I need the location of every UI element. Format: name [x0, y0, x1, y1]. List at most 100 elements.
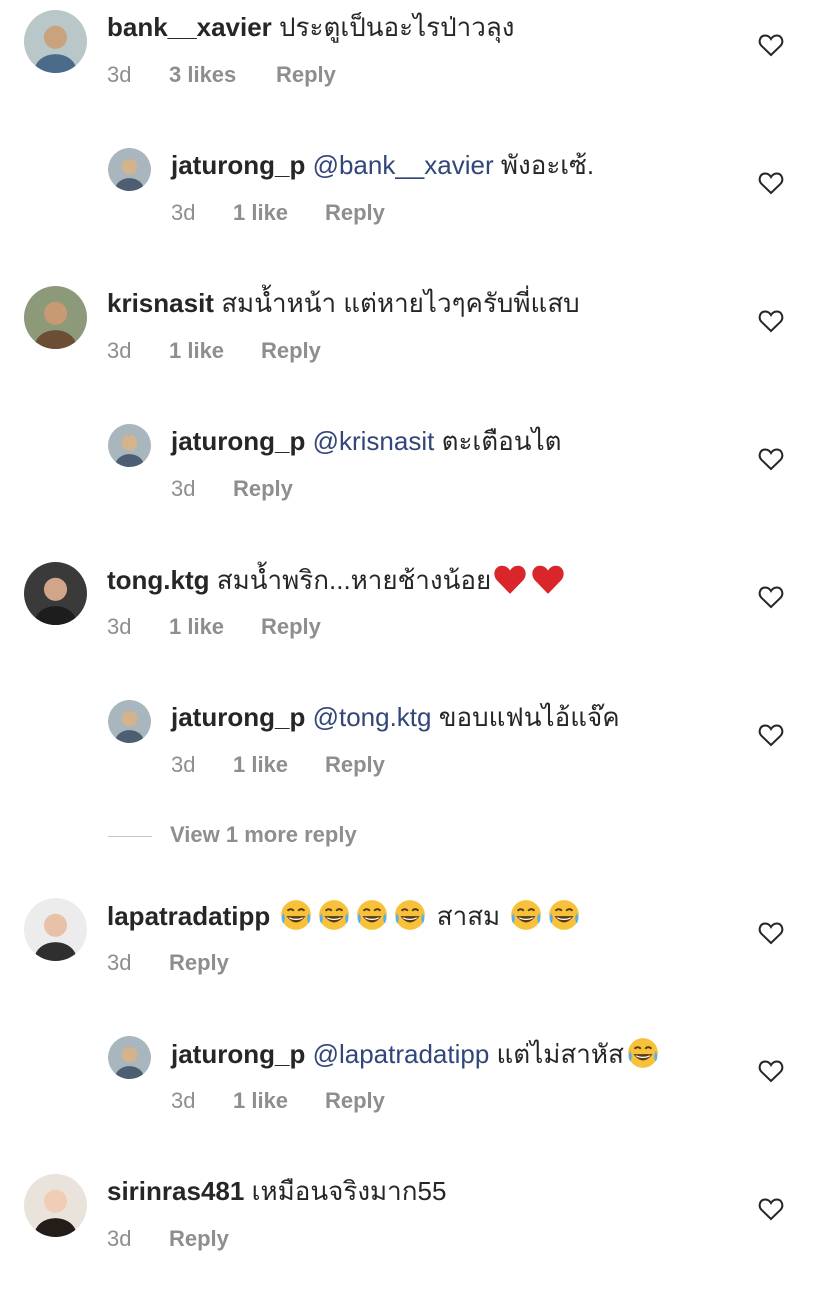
reply-button[interactable]: Reply	[325, 1088, 385, 1114]
timestamp: 3d	[171, 752, 196, 777]
avatar-bank-xavier[interactable]	[24, 10, 87, 73]
comment-body: ตะเตือนไต	[441, 426, 562, 456]
reply-comment: jaturong_p @krisnasit ตะเตือนไต 3d Reply	[0, 414, 828, 524]
mention-link[interactable]: @bank__xavier	[313, 150, 494, 180]
username-link[interactable]: jaturong_p	[171, 150, 305, 180]
tears-of-joy-emoji	[317, 898, 351, 932]
username-link[interactable]: lapatradatipp	[107, 901, 270, 931]
comment-text: lapatradatipp สาสม	[107, 898, 583, 933]
comment-text: tong.ktg สมน้ำพริก...หายช้างน้อย	[107, 562, 567, 597]
likes-count[interactable]: 1 like	[233, 1088, 325, 1114]
comment-meta: 3d Reply	[107, 950, 229, 976]
tears-of-joy-emoji	[393, 898, 427, 932]
timestamp: 3d	[107, 62, 132, 87]
comment: bank__xavier ประตูเป็นอะไรป่าวลุง 3d 3 lik…	[0, 0, 828, 110]
reply-comment: jaturong_p @tong.ktg ขอบแฟนไอ้แจ๊ค 3d 1 li…	[0, 690, 828, 800]
avatar-jaturong-p[interactable]	[108, 424, 151, 467]
username-link[interactable]: krisnasit	[107, 288, 214, 318]
comment-text: bank__xavier ประตูเป็นอะไรป่าวลุง	[107, 10, 514, 44]
likes-count[interactable]: 1 like	[233, 200, 325, 226]
like-heart-icon[interactable]	[758, 1059, 784, 1083]
reply-comment: jaturong_p @lapatradatipp แต่ไม่สาหัส 3d 1…	[0, 1026, 828, 1136]
reply-button[interactable]: Reply	[325, 200, 385, 226]
comment-text: jaturong_p @tong.ktg ขอบแฟนไอ้แจ๊ค	[171, 700, 620, 734]
comment-meta: 3d 1 like Reply	[171, 752, 385, 778]
comment-text: jaturong_p @krisnasit ตะเตือนไต	[171, 424, 562, 458]
comment-meta: 3d 1 like Reply	[171, 200, 385, 226]
like-heart-icon[interactable]	[758, 585, 784, 609]
view-more-label: View 1 more reply	[170, 822, 357, 847]
avatar-sirinras481[interactable]	[24, 1174, 87, 1237]
like-heart-icon[interactable]	[758, 171, 784, 195]
username-link[interactable]: jaturong_p	[171, 426, 305, 456]
mention-link[interactable]: @lapatradatipp	[313, 1039, 490, 1069]
comment-body: สมน้ำหน้า แต่หายไวๆครับพี่แสบ	[221, 288, 580, 318]
like-heart-icon[interactable]	[758, 723, 784, 747]
timestamp: 3d	[171, 200, 196, 225]
comment-meta: 3d Reply	[171, 476, 293, 502]
like-heart-icon[interactable]	[758, 447, 784, 471]
mention-link[interactable]: @tong.ktg	[313, 702, 432, 732]
comment-body: สาสม	[436, 901, 501, 931]
reply-button[interactable]: Reply	[276, 62, 336, 88]
comment: tong.ktg สมน้ำพริก...หายช้างน้อย 3d 1 like…	[0, 552, 828, 662]
username-link[interactable]: jaturong_p	[171, 702, 305, 732]
avatar-krisnasit[interactable]	[24, 286, 87, 349]
tears-of-joy-emoji	[279, 898, 313, 932]
like-heart-icon[interactable]	[758, 309, 784, 333]
avatar-jaturong-p[interactable]	[108, 700, 151, 743]
comment-text: sirinras481 เหมือนจริงมาก55	[107, 1174, 446, 1208]
comment-meta: 3d Reply	[107, 1226, 229, 1252]
avatar-tong-ktg[interactable]	[24, 562, 87, 625]
comment-body: เหมือนจริงมาก55	[251, 1176, 447, 1206]
comment-text: jaturong_p @bank__xavier พังอะเซ้.	[171, 148, 594, 182]
comment: krisnasit สมน้ำหน้า แต่หายไวๆครับพี่แสบ 3…	[0, 276, 828, 386]
tears-of-joy-emoji	[547, 898, 581, 932]
username-link[interactable]: sirinras481	[107, 1176, 244, 1206]
comment-body: ขอบแฟนไอ้แจ๊ค	[438, 702, 620, 732]
comment-body: ประตูเป็นอะไรป่าวลุง	[279, 12, 515, 42]
like-heart-icon[interactable]	[758, 1197, 784, 1221]
username-link[interactable]: jaturong_p	[171, 1039, 305, 1069]
likes-count[interactable]: 1 like	[169, 338, 261, 364]
username-link[interactable]: tong.ktg	[107, 565, 210, 595]
likes-count[interactable]: 1 like	[169, 614, 261, 640]
comment-body: แต่ไม่สาหัส	[496, 1039, 624, 1069]
reply-button[interactable]: Reply	[233, 476, 293, 502]
like-heart-icon[interactable]	[758, 921, 784, 945]
avatar-lapatradatipp[interactable]	[24, 898, 87, 961]
comment-text: krisnasit สมน้ำหน้า แต่หายไวๆครับพี่แสบ	[107, 286, 580, 320]
username-link[interactable]: bank__xavier	[107, 12, 272, 42]
timestamp: 3d	[107, 338, 132, 363]
tears-of-joy-emoji	[626, 1036, 660, 1070]
reply-button[interactable]: Reply	[169, 950, 229, 976]
comment-meta: 3d 1 like Reply	[107, 614, 321, 640]
red-heart-emoji	[493, 562, 527, 596]
mention-link[interactable]: @krisnasit	[313, 426, 435, 456]
timestamp: 3d	[171, 476, 196, 501]
comment-meta: 3d 1 like Reply	[171, 1088, 385, 1114]
reply-button[interactable]: Reply	[169, 1226, 229, 1252]
like-heart-icon[interactable]	[758, 33, 784, 57]
avatar-jaturong-p[interactable]	[108, 148, 151, 191]
red-heart-emoji	[531, 562, 565, 596]
comment-meta: 3d 1 like Reply	[107, 338, 321, 364]
tears-of-joy-emoji	[355, 898, 389, 932]
likes-count[interactable]: 3 likes	[169, 62, 276, 88]
reply-button[interactable]: Reply	[325, 752, 385, 778]
comment-body: พังอะเซ้.	[500, 150, 595, 180]
reply-button[interactable]: Reply	[261, 338, 321, 364]
timestamp: 3d	[171, 1088, 196, 1113]
tears-of-joy-emoji	[509, 898, 543, 932]
divider-line	[108, 835, 152, 837]
comment-meta: 3d 3 likes Reply	[107, 62, 336, 88]
comment: lapatradatipp สาสม 3d Reply	[0, 888, 828, 998]
comments-list: bank__xavier ประตูเป็นอะไรป่าวลุง 3d 3 lik…	[0, 0, 828, 1310]
reply-button[interactable]: Reply	[261, 614, 321, 640]
reply-comment: jaturong_p @bank__xavier พังอะเซ้. 3d 1 li…	[0, 138, 828, 248]
likes-count[interactable]: 1 like	[233, 752, 325, 778]
avatar-jaturong-p[interactable]	[108, 1036, 151, 1079]
view-more-replies-button[interactable]: View 1 more reply	[108, 822, 357, 852]
comment-body: สมน้ำพริก...หายช้างน้อย	[216, 565, 492, 595]
timestamp: 3d	[107, 614, 132, 639]
